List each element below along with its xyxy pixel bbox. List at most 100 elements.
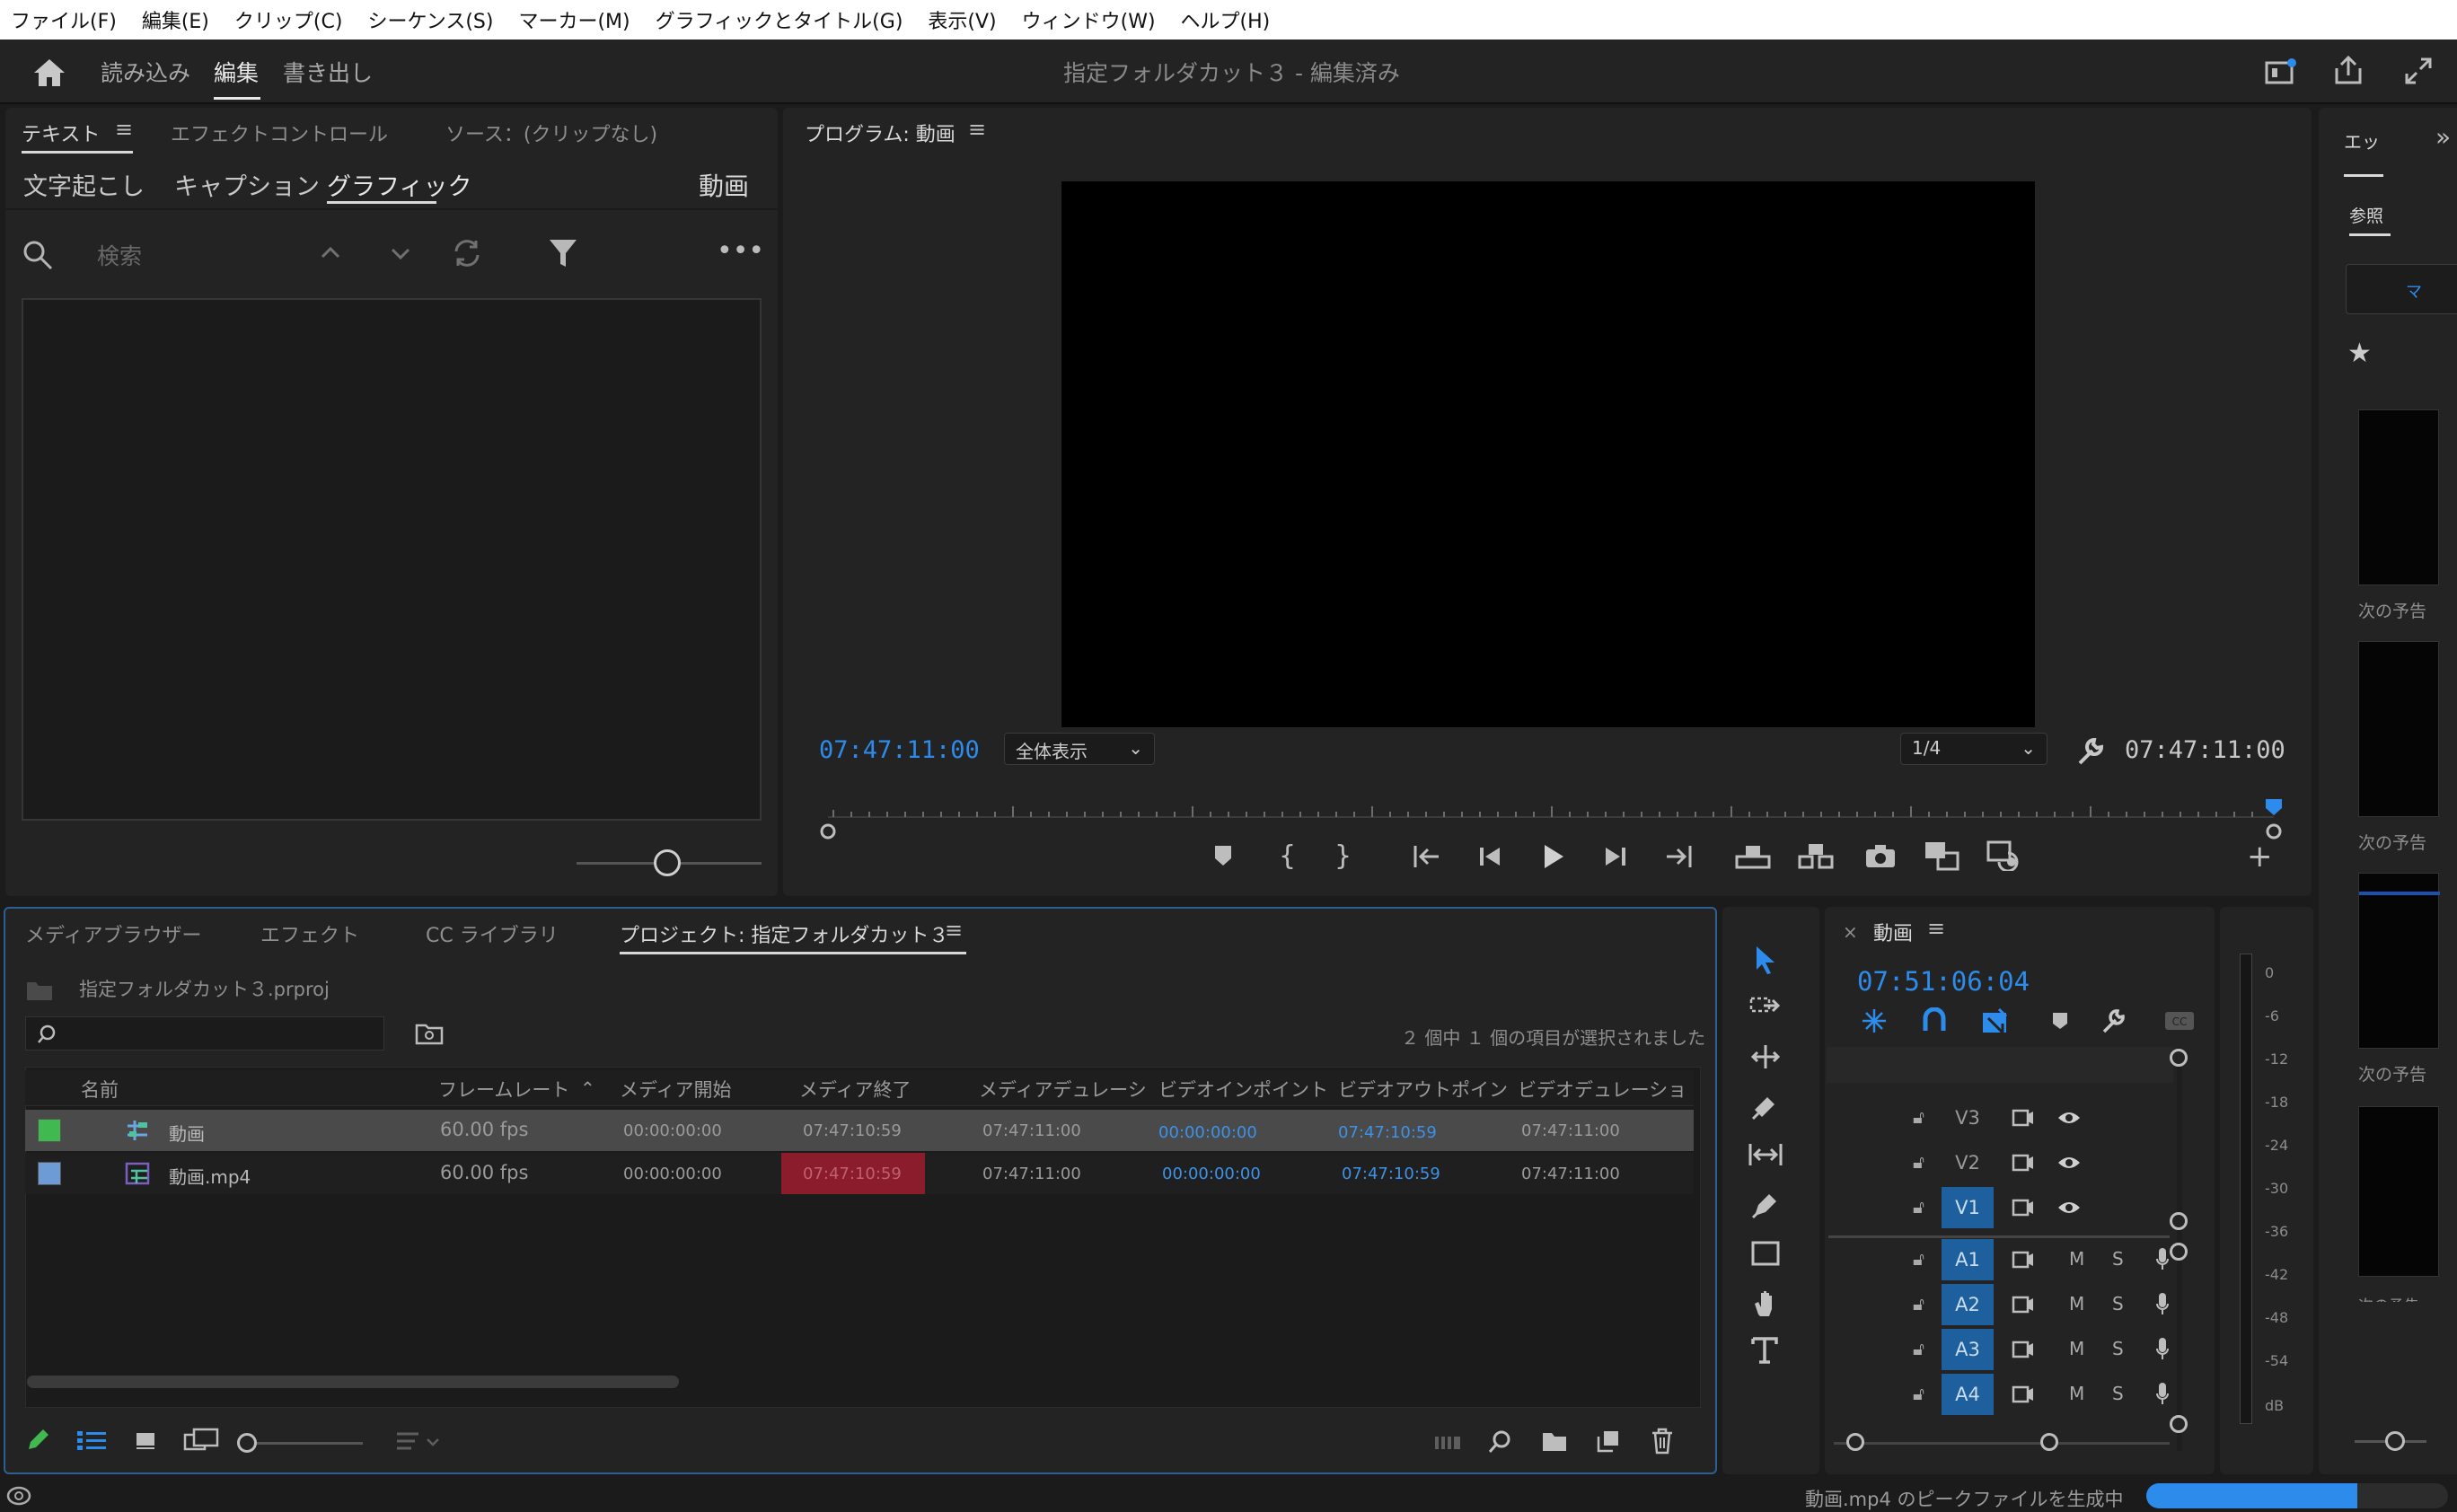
column-media-start[interactable]: メディア開始 [620,1076,732,1103]
chevron-up-icon[interactable] [320,242,341,264]
sync-lock-icon[interactable] [2012,1341,2035,1358]
icon-view-icon[interactable] [135,1429,156,1451]
sync-lock-icon[interactable] [2012,1385,2035,1403]
tab-effect-controls[interactable]: エフェクトコントロール [171,119,388,147]
lock-icon[interactable]: 🔓︎ [1913,1106,1924,1128]
list-view-icon[interactable] [77,1429,106,1451]
track-v2[interactable]: 🔓︎ V2 [1827,1142,2186,1185]
video-audio-divider[interactable] [1828,1235,2170,1238]
eye-icon[interactable] [2056,1200,2082,1216]
track-a4-label[interactable]: A4 [1942,1374,1994,1415]
mark-in-icon[interactable]: { [1279,840,1296,872]
step-back-icon[interactable] [1476,844,1503,869]
pen-tool-icon[interactable] [1751,1191,1780,1219]
step-forward-icon[interactable] [1602,844,1629,869]
playhead-timecode[interactable]: 07:47:11:00 [819,736,980,764]
camera-icon[interactable] [1864,842,1897,869]
selection-tool-icon[interactable] [1751,945,1778,975]
tab-essential-graphics[interactable]: エッ [2344,127,2380,154]
timeline-ruler[interactable] [1827,1047,2173,1083]
sync-lock-icon[interactable] [2012,1109,2035,1127]
solo-button[interactable]: S [2112,1338,2124,1359]
label-color-swatch[interactable] [38,1119,61,1142]
go-to-out-icon[interactable] [1663,844,1694,869]
track-v3[interactable]: 🔓︎ V3 [1827,1097,2186,1140]
snap-icon[interactable] [1922,1007,1947,1034]
track-v1-label[interactable]: V1 [1942,1187,1994,1228]
lock-icon[interactable]: 🔓︎ [1913,1151,1924,1173]
template-search-input[interactable]: マ [2346,264,2457,314]
type-tool-icon[interactable] [1751,1336,1778,1365]
template-thumbnail[interactable] [2358,1106,2439,1277]
track-a4[interactable]: 🔓︎ A4 M S [1827,1374,2186,1417]
more-options-icon[interactable]: ••• [717,235,764,267]
horizontal-scrollbar[interactable] [1834,1442,2170,1445]
column-frame-rate[interactable]: フレームレート [438,1076,569,1103]
sync-lock-icon[interactable] [2012,1296,2035,1314]
panel-menu-icon[interactable]: ≡ [115,117,133,142]
tab-transcript[interactable]: 文字起こし [23,167,145,202]
mute-button[interactable]: M [2069,1383,2084,1404]
tab-project[interactable]: プロジェクト: 指定フォルダカット３ [620,919,948,948]
column-name[interactable]: 名前 [81,1076,119,1103]
play-icon[interactable] [1539,842,1566,871]
quick-export-icon[interactable] [2265,57,2297,86]
column-media-duration[interactable]: メディアデュレーシ [979,1076,1149,1103]
project-search-input[interactable] [25,1016,384,1050]
menu-edit[interactable]: 編集(E) [142,5,209,34]
panel-menu-icon[interactable]: ≡ [968,117,986,142]
replace-icon[interactable] [451,237,483,269]
horizontal-scrollbar[interactable] [27,1376,679,1388]
row-video-out-point[interactable]: 07:47:10:59 [1342,1165,1440,1183]
solo-button[interactable]: S [2112,1248,2124,1270]
resolution-select[interactable]: 1/4 ⌄ [1900,733,2048,765]
scroll-handle-bottom[interactable] [2170,1415,2188,1433]
tab-text[interactable]: テキスト [22,119,100,147]
find-in-folder-icon[interactable] [415,1022,444,1045]
track-select-tool-icon[interactable] [1749,995,1782,1022]
zoom-slider-handle[interactable] [654,849,681,876]
thumbnail-size-handle[interactable] [237,1433,257,1453]
sync-lock-icon[interactable] [2012,1251,2035,1269]
column-video-out-point[interactable]: ビデオアウトポイン [1338,1076,1509,1103]
mute-button[interactable]: M [2069,1293,2084,1314]
tab-effects[interactable]: エフェクト [260,919,359,948]
lock-icon[interactable]: 🔓︎ [1913,1338,1924,1359]
lift-icon[interactable] [1735,842,1771,871]
menu-view[interactable]: 表示(V) [928,5,996,34]
track-a2-label[interactable]: A2 [1942,1284,1994,1325]
eye-icon[interactable] [2056,1110,2082,1126]
track-a3-label[interactable]: A3 [1942,1329,1994,1370]
track-a3[interactable]: 🔓︎ A3 M S [1827,1329,2186,1372]
time-ruler[interactable] [815,799,2288,842]
wrench-icon[interactable] [2074,736,2105,767]
track-a1[interactable]: 🔓︎ A1 M S [1827,1239,2186,1282]
pencil-icon[interactable] [25,1428,50,1453]
row-media-end[interactable]: 07:47:10:59 [803,1165,902,1183]
row-video-in-point[interactable]: 00:00:00:00 [1162,1165,1261,1183]
lock-icon[interactable]: 🔓︎ [1913,1248,1924,1270]
sort-ascending-icon[interactable]: ⌃ [580,1077,595,1099]
linked-selection-icon[interactable] [1981,1007,2010,1034]
template-thumbnail[interactable] [2358,409,2439,585]
table-row[interactable]: 動画.mp4 60.00 fps 00:00:00:00 07:47:10:59… [25,1153,1694,1194]
sort-icon[interactable] [395,1431,442,1453]
timeline-timecode[interactable]: 07:51:06:04 [1857,966,2030,997]
new-item-icon[interactable] [1597,1429,1620,1453]
microphone-icon[interactable] [2155,1246,2170,1271]
lock-icon[interactable]: 🔓︎ [1913,1196,1924,1218]
column-video-duration[interactable]: ビデオデュレーショ [1518,1076,1688,1103]
workspace-edit[interactable]: 編集 [214,56,259,88]
tab-graphics[interactable]: グラフィック [327,167,471,202]
sync-lock-icon[interactable] [2012,1199,2035,1217]
wrench-icon[interactable] [2100,1007,2127,1034]
close-icon[interactable]: × [1843,921,1858,943]
microphone-icon[interactable] [2155,1336,2170,1361]
find-icon[interactable] [1487,1429,1512,1455]
fullscreen-icon[interactable] [2403,56,2434,86]
track-a1-label[interactable]: A1 [1942,1239,1994,1280]
thumbnail-size-handle[interactable] [2385,1431,2405,1451]
trash-icon[interactable] [1651,1428,1674,1455]
home-icon[interactable] [32,57,66,88]
star-icon[interactable]: ★ [2347,338,2372,369]
